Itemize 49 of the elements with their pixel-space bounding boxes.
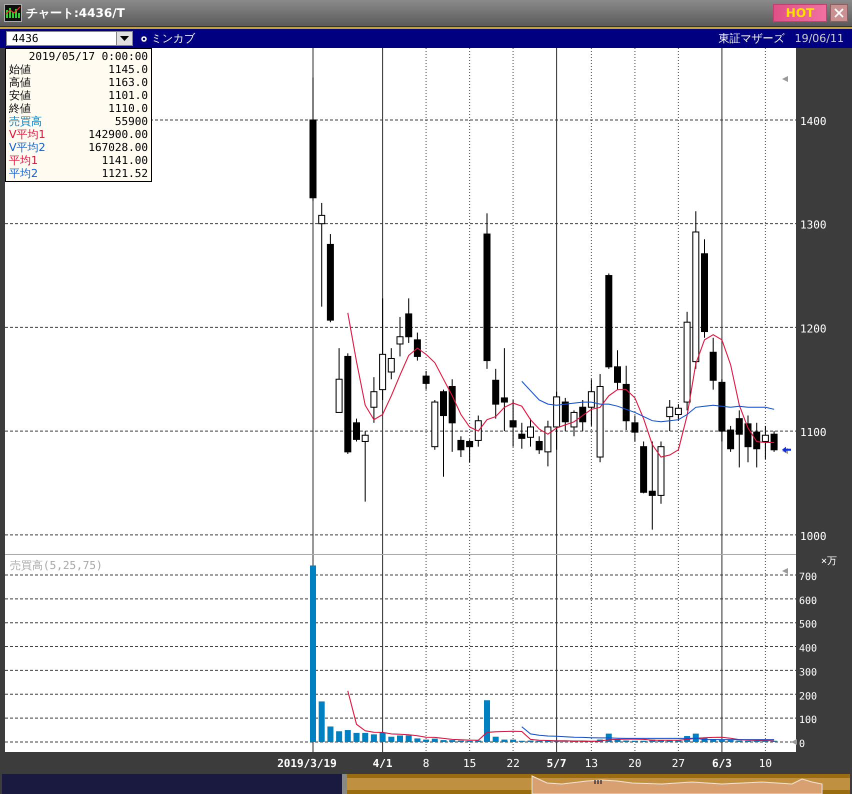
date-axis-label: 4/1 xyxy=(372,757,393,770)
volume-unit-label: ×万 xyxy=(821,556,838,567)
volume-legend: 売買高(5,25,75) xyxy=(10,559,103,572)
date-axis-label: 10 xyxy=(758,757,772,770)
volume-axis-label: 700 xyxy=(799,572,818,583)
date-axis-label: 5/7 xyxy=(546,757,567,770)
price-axis-label: 1200 xyxy=(800,322,826,336)
info-value: 1110.0 xyxy=(108,102,148,115)
info-value: 1145.0 xyxy=(108,63,148,76)
date-axis-label: 6/3 xyxy=(712,757,732,770)
price-axis-label: 1000 xyxy=(800,530,826,543)
date-axis-label: 20 xyxy=(628,757,642,770)
date-axis-label: 8 xyxy=(422,757,430,770)
volume-axis-label: 500 xyxy=(799,620,818,631)
volume-axis-label: 0 xyxy=(799,738,806,750)
date-axis-label: 27 xyxy=(672,757,686,770)
info-value: 142900.00 xyxy=(88,128,148,141)
info-value: 1163.0 xyxy=(108,76,148,89)
info-value: 1121.52 xyxy=(102,167,148,180)
date-axis-label: 2019/3/19 xyxy=(277,757,337,770)
info-value: 1101.0 xyxy=(108,89,148,102)
volume-axis-label: 300 xyxy=(799,667,818,678)
price-axis-label: 1100 xyxy=(800,426,826,440)
window-title: チャート:4436/T xyxy=(26,4,126,22)
info-label: V平均2 xyxy=(9,141,46,154)
market-label: 東証マザーズ xyxy=(718,31,785,46)
date-label: 19/06/11 xyxy=(794,32,844,45)
info-label: 平均2 xyxy=(9,167,38,180)
info-label: V平均1 xyxy=(9,128,46,141)
date-axis-label: 22 xyxy=(506,757,520,770)
volume-axis-label: 400 xyxy=(799,644,818,655)
info-value: 55900 xyxy=(114,115,148,128)
info-label: 高値 xyxy=(9,76,31,89)
price-axis-label: 1300 xyxy=(800,218,826,232)
date-axis-label: 15 xyxy=(462,757,476,770)
info-label: 終値 xyxy=(9,102,31,115)
info-label: 売買高 xyxy=(9,115,42,128)
date-axis-label: 13 xyxy=(584,757,598,770)
info-label: 平均1 xyxy=(9,154,38,167)
volume-axis-label: 100 xyxy=(799,715,818,726)
info-datetime: 2019/05/17 0:00:00 xyxy=(28,50,148,63)
volume-axis-label: 200 xyxy=(799,691,818,702)
info-value: 167028.00 xyxy=(88,141,148,154)
volume-axis-label: 600 xyxy=(799,596,818,607)
info-value: 1141.00 xyxy=(102,154,148,167)
price-axis-label: 1400 xyxy=(800,114,826,128)
info-label: 安値 xyxy=(9,89,31,102)
info-label: 始値 xyxy=(9,63,31,76)
source-label: ミンカブ xyxy=(151,31,196,46)
